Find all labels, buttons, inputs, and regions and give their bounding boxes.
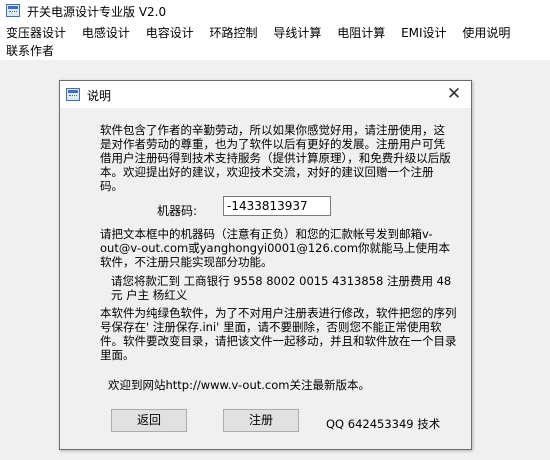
menu-wire-calculation[interactable]: 导线计算 [273,24,321,41]
green-software-text: 本软件为纯绿色软件，为了不对用户注册表进行修改，软件把您的序列号保存在' 注册保… [77,306,457,362]
qq-support-text: QQ 642453349 技术 [326,417,441,431]
app-title: 开关电源设计专业版 V2.0 [27,5,167,19]
dialog-title: 说明 [87,89,112,103]
app-title-bar: 开关电源设计专业版 V2.0 [0,0,550,22]
menu-loop-control[interactable]: 环路控制 [210,24,258,41]
menu-transformer-design[interactable]: 变压器设计 [6,24,66,41]
email-instructions-text: 请把文本框中的机器码（注意有正负）和您的汇款帐号发到邮箱v-out@v-out.… [77,227,455,269]
menu-capacitor-design[interactable]: 电容设计 [146,24,194,41]
machine-code-field[interactable]: -1433813937 [223,196,331,216]
app-window-icon [66,88,80,101]
menu-emi-design[interactable]: EMI设计 [401,24,446,41]
machine-code-label: 机器码: [157,204,198,218]
close-icon[interactable]: ✕ [437,81,471,108]
email-instructions-content: 请把文本框中的机器码（注意有正负）和您的汇款帐号发到邮箱v-out@v-out.… [100,227,451,269]
intro-text-content: 软件包含了作者的辛勤劳动，所以如果你感觉好用，请注册使用，这是对作者劳动的尊重，… [100,123,451,193]
website-text: 欢迎到网站http://www.v-out.com关注最新版本。 [108,378,370,392]
payment-info-text: 请您将款汇到 工商银行 9558 8002 0015 4313858 注册费用 … [88,274,458,302]
dialog-title-bar: 说明 ✕ [60,81,471,108]
menu-contact-author[interactable]: 联系作者 [6,42,54,59]
menu-row: 联系作者 [6,42,66,59]
app-window-icon [6,4,20,17]
payment-info-content: 请您将款汇到 工商银行 9558 8002 0015 4313858 注册费用 … [111,274,452,302]
register-button[interactable]: 注册 [223,409,299,432]
instructions-dialog: 说明 ✕ 软件包含了作者的辛勤劳动，所以如果你感觉好用，请注册使用，这是对作者劳… [59,80,472,450]
menu-inductor-design[interactable]: 电感设计 [82,24,130,41]
back-button[interactable]: 返回 [111,409,187,432]
menu-row: 变压器设计 电感设计 电容设计 环路控制 导线计算 电阻计算 EMI设计 使用说… [6,24,522,41]
menu-bar: 变压器设计 电感设计 电容设计 环路控制 导线计算 电阻计算 EMI设计 使用说… [0,22,550,60]
intro-text: 软件包含了作者的辛勤劳动，所以如果你感觉好用，请注册使用，这是对作者劳动的尊重，… [77,123,455,193]
menu-usage-instructions[interactable]: 使用说明 [462,24,510,41]
green-software-content: 本软件为纯绿色软件，为了不对用户注册表进行修改，软件把您的序列号保存在' 注册保… [100,306,457,362]
menu-resistor-calculation[interactable]: 电阻计算 [337,24,385,41]
